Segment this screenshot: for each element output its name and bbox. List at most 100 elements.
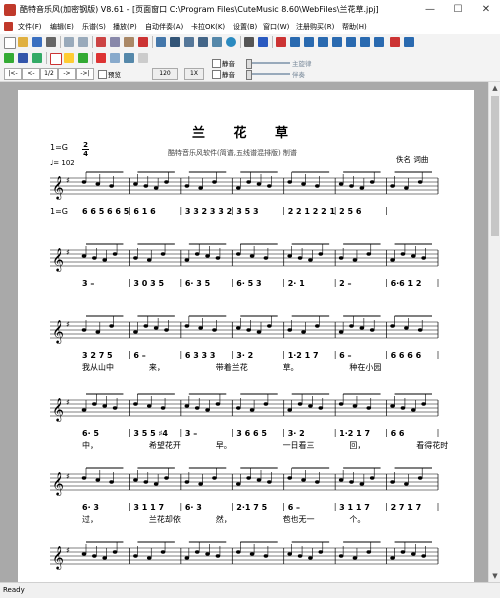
note-head xyxy=(215,554,221,558)
jianpu-group: 3 1 1 7 xyxy=(133,503,164,512)
note-head xyxy=(133,554,138,558)
first-page-button[interactable]: |<- xyxy=(4,68,22,80)
cursor-icon[interactable] xyxy=(18,53,28,63)
close-button[interactable]: ✕ xyxy=(472,0,500,20)
menu-help[interactable]: 帮助(H) xyxy=(342,22,367,32)
last-page-button[interactable]: ->| xyxy=(76,68,94,80)
mute-melody-checkbox[interactable] xyxy=(212,59,221,68)
microphone-icon[interactable] xyxy=(390,37,400,47)
pen-icon[interactable] xyxy=(244,37,254,47)
speed-field[interactable]: 1X xyxy=(184,68,204,80)
note-head xyxy=(235,550,241,554)
jianpu-group: 6 – xyxy=(288,503,300,512)
note-head xyxy=(301,330,306,334)
record-icon[interactable] xyxy=(276,37,286,47)
menu-edit[interactable]: 编辑(E) xyxy=(50,22,74,32)
copy-icon[interactable] xyxy=(110,37,120,47)
insert-icon[interactable] xyxy=(32,53,42,63)
music-note-icon[interactable] xyxy=(258,37,268,47)
app-menu-icon[interactable] xyxy=(4,22,13,31)
new-file-icon[interactable] xyxy=(4,37,16,49)
score-workspace[interactable]: 兰 花 草 1=G 2 4 ♩= 102 酷特音乐风软件(简谱,五线谱混排版) … xyxy=(0,82,488,582)
menu-register[interactable]: 注册购买(R) xyxy=(296,22,334,32)
undo-icon[interactable] xyxy=(64,37,74,47)
step-icon[interactable] xyxy=(374,37,384,47)
loop-icon[interactable] xyxy=(404,37,414,47)
note-head xyxy=(301,478,306,482)
globe-icon[interactable] xyxy=(226,37,236,47)
skip-forward-icon[interactable] xyxy=(360,37,370,47)
select-arrow-icon[interactable] xyxy=(4,53,14,63)
jianpu-group: 6· 5 xyxy=(82,429,99,438)
menu-accompaniment[interactable]: 自动伴奏(A) xyxy=(145,22,183,32)
scroll-down-arrow-icon[interactable]: ▼ xyxy=(489,570,500,582)
note-head xyxy=(92,256,97,260)
lyric-l-icon[interactable] xyxy=(50,53,62,65)
note-head xyxy=(308,556,313,560)
play-icon[interactable] xyxy=(318,37,328,47)
pencil-icon[interactable] xyxy=(78,53,88,63)
print-icon[interactable] xyxy=(46,37,56,47)
score-notation[interactable]: 𝄞 ♯1=G 6 6 5 6 6 56 1 63 3 2 3 3 23 5 32 2… xyxy=(18,90,474,582)
note-head xyxy=(297,554,303,558)
redo-icon[interactable] xyxy=(78,37,88,47)
list-view-icon[interactable] xyxy=(212,37,222,47)
note-head xyxy=(349,480,354,484)
next-page-button[interactable]: -> xyxy=(58,68,76,80)
lyric-text: 苞也无一 xyxy=(283,514,315,524)
melody-volume-slider[interactable] xyxy=(246,62,290,64)
melody-volume-knob[interactable] xyxy=(246,59,252,69)
delete-icon[interactable] xyxy=(138,37,148,47)
rewind-icon[interactable] xyxy=(304,37,314,47)
mixed-view-icon[interactable] xyxy=(198,37,208,47)
menu-settings[interactable]: 设置(B) xyxy=(233,22,257,32)
eraser-icon[interactable] xyxy=(64,53,74,63)
menu-window[interactable]: 窗口(W) xyxy=(263,22,289,32)
melody-slider-label: 主旋律 xyxy=(292,60,312,68)
accompaniment-volume-knob[interactable] xyxy=(246,70,252,80)
lyric-text: 种在小园 xyxy=(349,362,381,372)
transpose-icon[interactable] xyxy=(96,53,106,63)
accompaniment-volume-slider[interactable] xyxy=(246,73,290,75)
line-icon[interactable] xyxy=(138,53,148,63)
maximize-button[interactable]: ☐ xyxy=(444,0,472,20)
save-icon[interactable] xyxy=(32,37,42,47)
vertical-scrollbar[interactable]: ▲ ▼ xyxy=(488,82,500,582)
jianpu-view-icon[interactable] xyxy=(170,37,180,47)
note-head xyxy=(143,480,149,484)
note-head xyxy=(301,182,306,186)
menu-file[interactable]: 文件(F) xyxy=(18,22,42,32)
skip-back-icon[interactable] xyxy=(290,37,300,47)
image-icon[interactable] xyxy=(110,53,120,63)
prev-page-button[interactable]: <- xyxy=(22,68,40,80)
score-page[interactable]: 兰 花 草 1=G 2 4 ♩= 102 酷特音乐风软件(简谱,五线谱混排版) … xyxy=(18,90,474,582)
page-indicator: 1/2 xyxy=(40,68,58,80)
menu-karaoke[interactable]: 卡拉OK(K) xyxy=(191,22,225,32)
stop-icon[interactable] xyxy=(346,37,356,47)
cut-icon[interactable] xyxy=(96,37,106,47)
note-view-icon[interactable] xyxy=(156,37,166,47)
minimize-button[interactable]: — xyxy=(416,0,444,20)
tempo-field[interactable]: 120 xyxy=(152,68,178,80)
open-folder-icon[interactable] xyxy=(18,37,28,47)
scroll-up-arrow-icon[interactable]: ▲ xyxy=(489,82,500,94)
menu-play[interactable]: 播放(P) xyxy=(113,22,137,32)
treble-clef: 𝄞 xyxy=(52,319,64,344)
note-head xyxy=(315,480,320,484)
note-head xyxy=(194,550,200,554)
menu-score[interactable]: 乐谱(S) xyxy=(82,22,106,32)
note-head xyxy=(338,478,344,482)
paste-icon[interactable] xyxy=(124,37,134,47)
preview-checkbox[interactable] xyxy=(98,70,107,79)
note-head xyxy=(235,252,241,256)
note-head xyxy=(390,258,395,262)
note-head xyxy=(95,330,101,334)
staff-view-icon[interactable] xyxy=(184,37,194,47)
fast-forward-icon[interactable] xyxy=(332,37,342,47)
note-head xyxy=(338,182,344,186)
mute-accompaniment-checkbox[interactable] xyxy=(212,70,221,79)
note-head xyxy=(318,550,324,554)
scroll-thumb[interactable] xyxy=(491,96,499,236)
note-head xyxy=(267,324,272,328)
text-icon[interactable] xyxy=(124,53,134,63)
